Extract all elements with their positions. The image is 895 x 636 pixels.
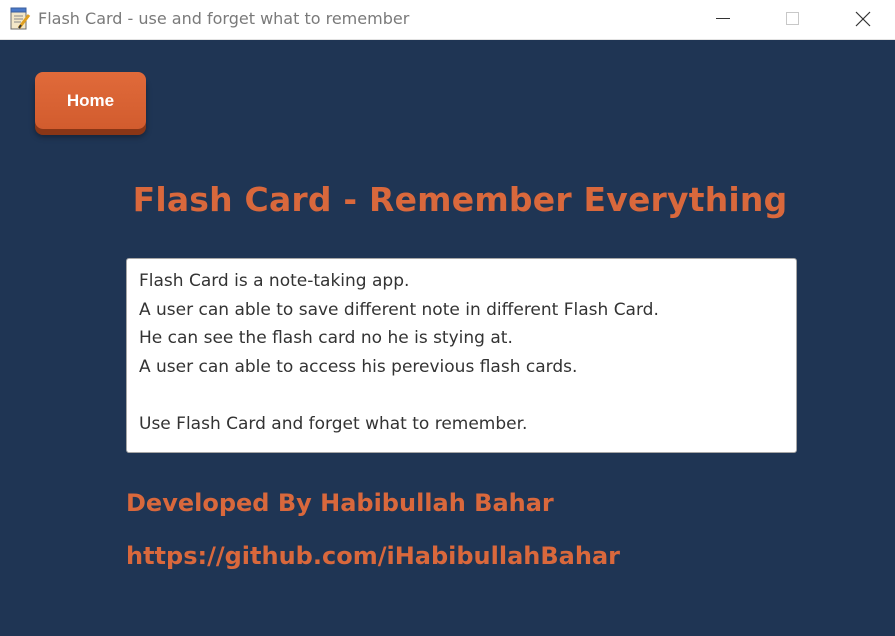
minimize-icon: [716, 18, 730, 19]
window-title: Flash Card - use and forget what to reme…: [38, 9, 410, 28]
notepad-icon: [9, 7, 31, 31]
notes-line: [139, 382, 784, 411]
notes-line: Flash Card is a note-taking app.: [139, 271, 410, 291]
app-window: Flash Card - use and forget what to reme…: [0, 0, 895, 636]
maximize-icon: [786, 12, 799, 25]
close-button[interactable]: [840, 0, 886, 38]
notes-line: A user can able to save different note i…: [139, 299, 659, 320]
maximize-button[interactable]: [770, 0, 816, 38]
title-bar[interactable]: Flash Card - use and forget what to reme…: [0, 0, 895, 40]
minimize-button[interactable]: [700, 0, 746, 38]
home-button[interactable]: Home: [35, 72, 146, 129]
page-title: Flash Card - Remember Everything: [132, 180, 788, 219]
notes-line: He can see the flash card no he is styin…: [139, 328, 513, 349]
developer-credit: Developed By Habibullah Bahar: [126, 489, 554, 517]
close-icon: [855, 11, 871, 27]
github-link[interactable]: https://github.com/iHabibullahBahar: [126, 542, 620, 570]
notes-line: A user can able to access his perevious …: [139, 357, 578, 378]
notes-line: Use Flash Card and forget what to rememb…: [139, 414, 528, 435]
notes-textarea[interactable]: Flash Card is a note-taking app. A user …: [126, 258, 797, 453]
